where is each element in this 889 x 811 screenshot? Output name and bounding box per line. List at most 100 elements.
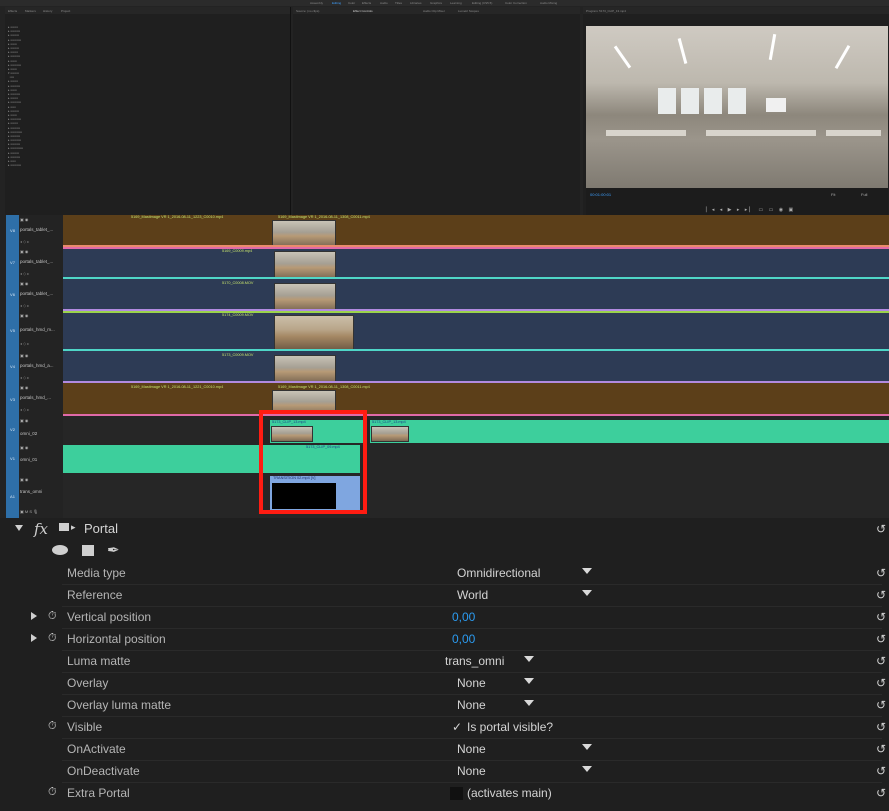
dropdown-caret-icon[interactable] [524,700,534,706]
track-name[interactable]: portals_hmd_... [20,395,51,400]
clip-v4[interactable] [63,351,889,381]
vertical-position-value[interactable]: 0,00 [452,610,475,624]
dropdown-caret-icon[interactable] [582,568,592,574]
keyframe-nav-icon[interactable]: ◂ ◇ ▸ [20,303,29,308]
fx-toggle-icon[interactable]: fx [34,520,48,538]
reset-icon[interactable]: ↺ [876,720,886,734]
dropdown-caret-icon[interactable] [582,590,592,596]
rectangle-mask-icon[interactable] [82,545,94,556]
workspace-tab[interactable]: Color Correction [505,1,527,5]
workspace-tab[interactable]: Audio [380,1,388,5]
reset-icon[interactable]: ↺ [876,566,886,580]
tab-markers[interactable]: Markers [25,9,36,13]
track-name[interactable]: omni_02 [20,431,37,436]
onactivate-select[interactable]: None [457,742,486,756]
expand-triangle-icon[interactable] [31,612,37,620]
tab-effects[interactable]: Effects [8,9,17,13]
workspace-tab[interactable]: Effects [362,1,371,5]
zoom-level-select[interactable]: Fit [831,192,835,197]
workspace-tab[interactable]: Assembly [310,1,323,5]
keyframe-nav-icon[interactable]: ◂ ◇ ▸ [20,239,29,244]
dropdown-caret-icon[interactable] [524,656,534,662]
overlay-select[interactable]: None [457,676,486,690]
track-toggle-icons[interactable]: ▣ ◉ [20,353,28,358]
tab-project[interactable]: Project [61,9,70,13]
reference-select[interactable]: World [457,588,488,602]
reset-icon[interactable]: ↺ [876,698,886,712]
program-timecode[interactable]: 00:01:00:01 [590,192,611,197]
track-target-v7[interactable]: V7 [6,247,19,279]
clip-v7[interactable] [63,247,889,277]
keyframe-nav-icon[interactable]: ◂ ◇ ▸ [20,271,29,276]
track-name[interactable]: portals_tablet_... [20,259,53,264]
reset-icon[interactable]: ↺ [876,654,886,668]
track-target-v8[interactable]: V8 [6,215,19,247]
effects-tree[interactable]: ▸ ▪▪▪▪▪▪▪ ▸ ▪▪▪▪▪▪▪▪▪ ▸ ▪▪▪▪▪▪▪▪ ▸ ▪▪▪▪▪▪▪▪… [8,25,68,167]
reset-icon[interactable]: ↺ [876,742,886,756]
clip-v6[interactable] [63,279,889,309]
reset-icon[interactable]: ↺ [876,676,886,690]
collapse-triangle-icon[interactable] [15,525,23,531]
track-toggle-icons[interactable]: ▣ ◉ [20,418,28,423]
workspace-tab[interactable]: Graphics [430,1,442,5]
clip-v8[interactable] [63,215,889,245]
workspace-tab-active[interactable]: Editing [332,1,341,5]
track-toggle-icons[interactable]: ▣ ◉ [20,445,28,450]
track-target-v6[interactable]: V6 [6,279,19,311]
keyframe-nav-icon[interactable]: ◂ ◇ ▸ [20,341,29,346]
track-toggle-icons[interactable]: ▣ ◉ [20,385,28,390]
reset-icon[interactable]: ↺ [876,522,886,536]
transport-controls-icon[interactable]: ▏◂ ◂ ▶ ▸ ▸▏ ▭ ▭ ◉ ▣ [706,207,795,213]
clip-v1-left[interactable] [63,445,268,473]
dropdown-caret-icon[interactable] [582,744,592,750]
tab-source[interactable]: Source: (no clips) [296,9,319,13]
workspace-tab[interactable]: Titles [395,1,402,5]
reset-icon[interactable]: ↺ [876,786,886,800]
track-toggle-icons[interactable]: ▣ ◉ [20,313,28,318]
stopwatch-icon[interactable]: ⏱ [48,610,57,623]
stopwatch-icon[interactable]: ⏱ [48,786,57,799]
pen-mask-icon[interactable]: ✒ [107,541,120,559]
expand-triangle-icon[interactable] [31,634,37,642]
ellipse-mask-icon[interactable] [52,545,68,555]
track-target-v1[interactable]: V1 [6,443,19,475]
track-name[interactable]: portals_tablet_... [20,227,53,232]
media-type-select[interactable]: Omnidirectional [457,566,540,580]
playback-quality-select[interactable]: Full [861,192,867,197]
program-monitor-title[interactable]: Program: 5173_CLIP_13.mp4 [586,9,626,13]
ondeactivate-select[interactable]: None [457,764,486,778]
dropdown-caret-icon[interactable] [582,766,592,772]
reset-icon[interactable]: ↺ [876,764,886,778]
workspace-tab[interactable]: Audio Mixing [540,1,557,5]
luma-matte-select[interactable]: trans_omni [445,654,504,668]
stopwatch-icon[interactable]: ⏱ [48,632,57,645]
workspace-tab[interactable]: Color [348,1,355,5]
track-target-v3[interactable]: V3 [6,383,19,416]
horizontal-position-value[interactable]: 0,00 [452,632,475,646]
keyframe-nav-icon[interactable]: ◂ ◇ ▸ [20,407,29,412]
reset-icon[interactable]: ↺ [876,588,886,602]
track-target-v2[interactable]: V2 [6,416,19,443]
track-target-v5[interactable]: V5 [6,311,19,351]
track-name[interactable]: trans_omni [20,489,42,494]
track-name[interactable]: portals_hmd_a... [20,363,54,368]
audio-track-controls[interactable]: ▣ M S 🎙 [20,509,38,514]
track-toggle-icons[interactable]: ▣ ◉ [20,281,28,286]
track-toggle-icons[interactable]: ▣ ◉ [20,249,28,254]
track-name[interactable]: omni_01 [20,457,37,462]
clip-v2-b[interactable] [370,420,889,443]
dropdown-caret-icon[interactable] [524,678,534,684]
visible-checkbox[interactable]: ✓ [452,720,462,734]
workspace-tab[interactable]: Libraries [410,1,422,5]
tab-lumetri-scopes[interactable]: Lumetri Scopes [458,9,479,13]
clip-v5[interactable] [63,311,889,349]
tab-history[interactable]: History [43,9,52,13]
stopwatch-icon[interactable]: ⏱ [48,720,57,733]
keyframe-nav-icon[interactable]: ◂ ◇ ▸ [20,375,29,380]
track-toggle-icons[interactable]: ▣ ◉ [20,217,28,222]
track-name[interactable]: portals_hmd_m... [20,327,55,332]
workspace-tab[interactable]: Learning [450,1,462,5]
workspace-tab[interactable]: Editing (CS5.5) [472,1,492,5]
track-toggle-icons[interactable]: ▣ ◉ [20,477,28,482]
reset-icon[interactable]: ↺ [876,632,886,646]
